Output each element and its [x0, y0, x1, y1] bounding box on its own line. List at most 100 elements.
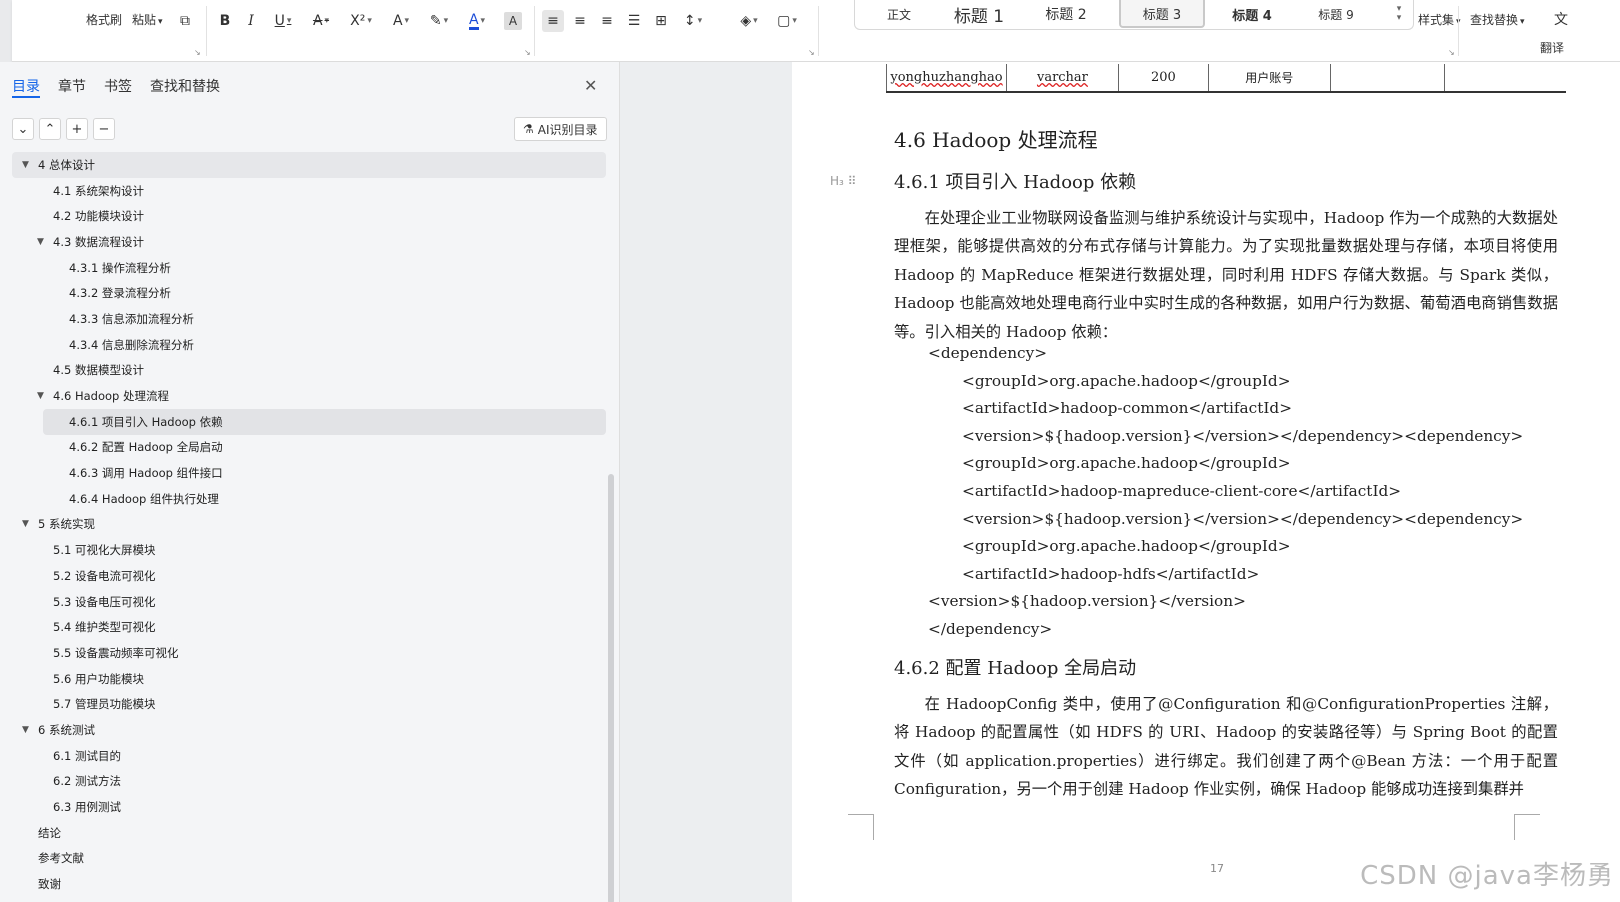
- close-icon[interactable]: ✕: [584, 76, 597, 95]
- tab-bookmarks[interactable]: 书签: [104, 76, 132, 98]
- toc-item[interactable]: ▼ 4.3 数据流程设计: [12, 229, 606, 255]
- nav-scrollbar[interactable]: [608, 474, 614, 902]
- italic-icon[interactable]: I: [242, 10, 260, 32]
- dialog-launcher-icon[interactable]: ↘: [194, 48, 201, 57]
- code-line[interactable]: <artifactId>hadoop-mapreduce-client-core…: [962, 482, 1401, 500]
- style-heading-3[interactable]: 标题 3: [1119, 0, 1205, 28]
- align-left-icon[interactable]: ≡: [542, 10, 564, 32]
- dialog-launcher-icon[interactable]: ↘: [1448, 48, 1455, 57]
- toc-item[interactable]: 5.2 设备电流可视化: [12, 563, 606, 589]
- strikethrough-icon[interactable]: A ▾: [306, 10, 336, 32]
- toc-item[interactable]: 4.5 数据模型设计: [12, 358, 606, 384]
- toc-item[interactable]: 5.3 设备电压可视化: [12, 589, 606, 615]
- toc-item[interactable]: 5.6 用户功能模块: [12, 666, 606, 692]
- toc-item[interactable]: 致谢: [12, 871, 606, 897]
- toc-item[interactable]: 5.4 维护类型可视化: [12, 614, 606, 640]
- align-center-icon[interactable]: ≡: [570, 10, 590, 32]
- code-line[interactable]: <artifactId>hadoop-common</artifactId>: [962, 399, 1292, 417]
- toc-item-label: 5.7 管理员功能模块: [53, 697, 156, 712]
- tab-toc[interactable]: 目录: [12, 76, 40, 98]
- bold-icon[interactable]: B: [216, 10, 234, 32]
- dialog-launcher-icon[interactable]: ↘: [808, 48, 815, 57]
- code-line[interactable]: <groupId>org.apache.hadoop</groupId>: [962, 454, 1291, 472]
- ai-recognize-toc-button[interactable]: ⚗ AI识别目录: [514, 117, 607, 141]
- toc-item[interactable]: ▼ 6 系统测试: [12, 717, 606, 743]
- toc-item[interactable]: 4.3.2 登录流程分析: [12, 280, 606, 306]
- paragraph-hadoop-config[interactable]: 在 HadoopConfig 类中，使用了@Configuration 和@Co…: [894, 690, 1558, 804]
- font-color-icon[interactable]: A ▾: [462, 10, 492, 32]
- style-heading-9[interactable]: 标题 9: [1301, 0, 1371, 28]
- code-line[interactable]: <groupId>org.apache.hadoop</groupId>: [962, 372, 1291, 390]
- dialog-launcher-icon[interactable]: ↘: [524, 48, 531, 57]
- expand-arrow-icon[interactable]: ▼: [22, 519, 29, 529]
- collapse-up-icon[interactable]: ⌃: [39, 118, 61, 140]
- toc-item[interactable]: ▼ 4.6 Hadoop 处理流程: [12, 383, 606, 409]
- code-line[interactable]: </dependency>: [928, 620, 1052, 638]
- code-line[interactable]: <version>${hadoop.version}</version></de…: [962, 427, 1523, 445]
- translate-button[interactable]: 翻译: [1540, 40, 1564, 56]
- distribute-icon[interactable]: ⊞: [651, 10, 671, 32]
- toc-item[interactable]: 4.3.4 信息删除流程分析: [12, 332, 606, 358]
- expand-arrow-icon[interactable]: ▼: [37, 391, 44, 401]
- underline-icon[interactable]: U ▾: [268, 10, 298, 32]
- heading-level-marker[interactable]: H₃ ⠿: [830, 174, 856, 188]
- toc-item[interactable]: 4.3.3 信息添加流程分析: [12, 306, 606, 332]
- toc-item[interactable]: 5.5 设备震动频率可视化: [12, 640, 606, 666]
- char-shading-icon[interactable]: A: [504, 12, 522, 30]
- expand-arrow-icon[interactable]: ▼: [37, 237, 44, 247]
- toc-item[interactable]: ▼ 4 总体设计: [12, 152, 606, 178]
- style-gallery-scroll[interactable]: ▾ ▾: [1389, 0, 1409, 28]
- expand-arrow-icon[interactable]: ▼: [22, 725, 29, 735]
- style-normal[interactable]: 正文: [869, 0, 929, 28]
- style-heading-4[interactable]: 标题 4: [1217, 0, 1287, 28]
- translate-icon[interactable]: 文: [1552, 8, 1570, 30]
- toc-item[interactable]: 4.3.1 操作流程分析: [12, 255, 606, 281]
- toc-item[interactable]: 4.6.4 Hadoop 组件执行处理: [12, 486, 606, 512]
- code-line[interactable]: <dependency>: [928, 344, 1047, 362]
- toc-item[interactable]: 结论: [12, 820, 606, 846]
- toc-item[interactable]: 6.1 测试目的: [12, 743, 606, 769]
- toc-item[interactable]: 6.2 测试方法: [12, 769, 606, 795]
- expand-down-icon[interactable]: ⌄: [12, 118, 34, 140]
- expand-arrow-icon[interactable]: ▼: [22, 160, 29, 170]
- justify-icon[interactable]: ☰: [624, 10, 644, 32]
- align-right-icon[interactable]: ≡: [597, 10, 617, 32]
- code-line[interactable]: <artifactId>hadoop-hdfs</artifactId>: [962, 565, 1259, 583]
- style-heading-2[interactable]: 标题 2: [1031, 0, 1101, 28]
- remove-heading-icon[interactable]: −: [93, 118, 115, 140]
- toc-item[interactable]: ▼ 5 系统实现: [12, 512, 606, 538]
- clipboard-icon[interactable]: ⧉: [176, 10, 194, 32]
- paste-button[interactable]: 粘贴 ▾: [132, 12, 163, 30]
- paragraph-hadoop-intro[interactable]: 在处理企业工业物联网设备监测与维护系统设计与实现中，Hadoop 作为一个成熟的…: [894, 204, 1558, 346]
- find-replace-button[interactable]: 查找替换 ▾: [1470, 12, 1525, 30]
- ai-button-label: AI识别目录: [537, 122, 598, 137]
- heading-4-6[interactable]: 4.6 Hadoop 处理流程: [894, 124, 1098, 153]
- line-spacing-icon[interactable]: ↕ ▾: [678, 10, 708, 32]
- text-effect-icon[interactable]: A ▾: [386, 10, 416, 32]
- tab-chapters[interactable]: 章节: [58, 76, 86, 98]
- toc-item[interactable]: 参考文献: [12, 846, 606, 872]
- toc-item[interactable]: 4.1 系统架构设计: [12, 178, 606, 204]
- style-heading-1[interactable]: 标题 1: [939, 0, 1019, 28]
- style-set-button[interactable]: 样式集▾: [1418, 12, 1461, 30]
- toc-item[interactable]: 5.1 可视化大屏模块: [12, 537, 606, 563]
- code-line[interactable]: <groupId>org.apache.hadoop</groupId>: [962, 537, 1291, 555]
- tab-find-replace[interactable]: 查找和替换: [150, 76, 220, 98]
- toc-item[interactable]: 4.6.3 调用 Hadoop 组件接口: [12, 460, 606, 486]
- format-painter-button[interactable]: 格式刷: [86, 12, 122, 28]
- code-line[interactable]: <version>${hadoop.version}</version>: [928, 592, 1246, 610]
- toc-item[interactable]: 4.2 功能模块设计: [12, 203, 606, 229]
- add-heading-icon[interactable]: +: [66, 118, 88, 140]
- highlight-icon[interactable]: ✎ ▾: [424, 10, 454, 32]
- border-icon[interactable]: ▢ ▾: [772, 10, 802, 32]
- heading-4-6-1[interactable]: 4.6.1 项目引入 Hadoop 依赖: [894, 168, 1136, 194]
- toc-item[interactable]: 5.7 管理员功能模块: [12, 691, 606, 717]
- shading-icon[interactable]: ◈ ▾: [734, 10, 764, 32]
- heading-4-6-2[interactable]: 4.6.2 配置 Hadoop 全局启动: [894, 654, 1136, 680]
- toc-item[interactable]: 4.6.1 项目引入 Hadoop 依赖: [43, 408, 606, 435]
- toc-item[interactable]: 4.6.2 配置 Hadoop 全局启动: [12, 435, 606, 461]
- superscript-icon[interactable]: X² ▾: [344, 10, 378, 32]
- toc-item[interactable]: 6.3 用例测试: [12, 794, 606, 820]
- code-line[interactable]: <version>${hadoop.version}</version></de…: [962, 510, 1523, 528]
- toc-item-label: 6.1 测试目的: [53, 748, 121, 763]
